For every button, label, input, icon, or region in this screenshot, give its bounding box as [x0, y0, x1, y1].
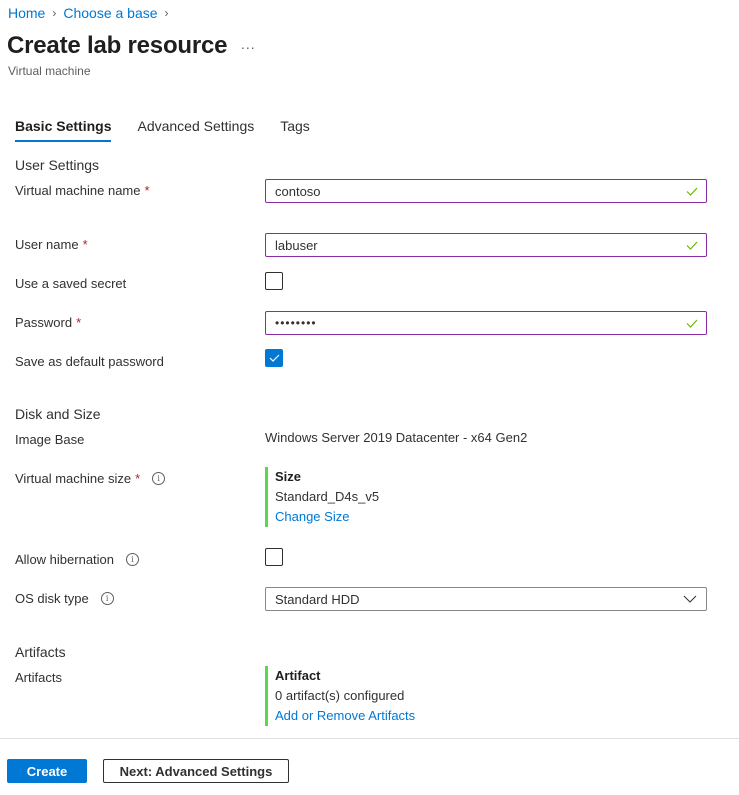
- tab-advanced-settings[interactable]: Advanced Settings: [137, 118, 254, 142]
- image-base-value: Windows Server 2019 Datacenter - x64 Gen…: [265, 430, 528, 445]
- section-title-user-settings: User Settings: [15, 157, 100, 173]
- vm-size-value: Standard_D4s_v5: [275, 489, 380, 504]
- artifacts-card: Artifact 0 artifact(s) configured Add or…: [265, 666, 415, 726]
- more-options-icon[interactable]: ...: [241, 36, 256, 52]
- os-disk-type-dropdown[interactable]: Standard HDD: [265, 587, 707, 611]
- os-disk-type-label-text: OS disk type: [15, 591, 89, 606]
- password-label-text: Password: [15, 315, 73, 330]
- chevron-right-icon: ›: [52, 6, 57, 20]
- vm-name-input[interactable]: contoso: [265, 179, 707, 203]
- vm-size-label-text: Virtual machine size: [15, 471, 132, 486]
- artifacts-card-title: Artifact: [275, 668, 321, 683]
- user-name-value[interactable]: labuser: [266, 238, 684, 253]
- breadcrumb: Home › Choose a base ›: [8, 5, 176, 21]
- save-default-password-checkbox[interactable]: [265, 349, 283, 367]
- change-size-link[interactable]: Change Size: [275, 507, 379, 527]
- checkmark-icon: [269, 354, 279, 362]
- save-default-password-label: Save as default password: [15, 354, 164, 369]
- required-marker: *: [76, 315, 82, 330]
- breadcrumb-choose-base-link[interactable]: Choose a base: [63, 5, 157, 21]
- required-marker: *: [135, 471, 141, 486]
- allow-hibernation-checkbox[interactable]: [265, 548, 283, 566]
- required-marker: *: [82, 237, 88, 252]
- os-disk-type-selected[interactable]: Standard HDD: [266, 592, 683, 607]
- valid-check-icon: [684, 319, 700, 328]
- allow-hibernation-label-text: Allow hibernation: [15, 552, 115, 567]
- image-base-label: Image Base: [15, 432, 85, 447]
- create-button[interactable]: Create: [7, 759, 87, 783]
- required-marker: *: [144, 183, 150, 198]
- artifacts-label: Artifacts: [15, 670, 62, 685]
- section-title-disk-and-size: Disk and Size: [15, 406, 101, 422]
- vm-size-label: Virtual machine size * i: [15, 471, 166, 486]
- footer-divider: [0, 738, 739, 739]
- info-icon[interactable]: i: [100, 592, 114, 605]
- next-advanced-settings-button[interactable]: Next: Advanced Settings: [103, 759, 289, 783]
- vm-name-label: Virtual machine name *: [15, 183, 150, 198]
- password-input[interactable]: ••••••••: [265, 311, 707, 335]
- os-disk-type-label: OS disk type i: [15, 591, 114, 606]
- user-name-label: User name *: [15, 237, 88, 252]
- use-saved-secret-label: Use a saved secret: [15, 276, 127, 291]
- allow-hibernation-label: Allow hibernation i: [15, 552, 140, 567]
- info-icon[interactable]: i: [152, 472, 166, 485]
- breadcrumb-home-link[interactable]: Home: [8, 5, 45, 21]
- page-subtitle: Virtual machine: [8, 64, 91, 78]
- tab-basic-settings[interactable]: Basic Settings: [15, 118, 112, 142]
- vm-size-card: Size Standard_D4s_v5 Change Size: [265, 467, 379, 527]
- add-remove-artifacts-link[interactable]: Add or Remove Artifacts: [275, 706, 415, 726]
- info-icon[interactable]: i: [126, 553, 140, 566]
- valid-check-icon: [684, 241, 700, 250]
- vm-size-card-title: Size: [275, 469, 302, 484]
- page-title: Create lab resource: [7, 32, 228, 59]
- password-value[interactable]: ••••••••: [266, 316, 684, 330]
- chevron-right-icon: ›: [164, 6, 169, 20]
- tab-list: Basic Settings Advanced Settings Tags: [15, 118, 336, 142]
- artifacts-summary: 0 artifact(s) configured: [275, 688, 405, 703]
- vm-name-label-text: Virtual machine name: [15, 183, 141, 198]
- valid-check-icon: [684, 187, 700, 196]
- vm-name-value[interactable]: contoso: [266, 184, 684, 199]
- password-label: Password *: [15, 315, 81, 330]
- user-name-input[interactable]: labuser: [265, 233, 707, 257]
- chevron-down-icon[interactable]: [683, 595, 697, 603]
- user-name-label-text: User name: [15, 237, 79, 252]
- tab-tags[interactable]: Tags: [280, 118, 310, 142]
- section-title-artifacts: Artifacts: [15, 644, 66, 660]
- use-saved-secret-checkbox[interactable]: [265, 272, 283, 290]
